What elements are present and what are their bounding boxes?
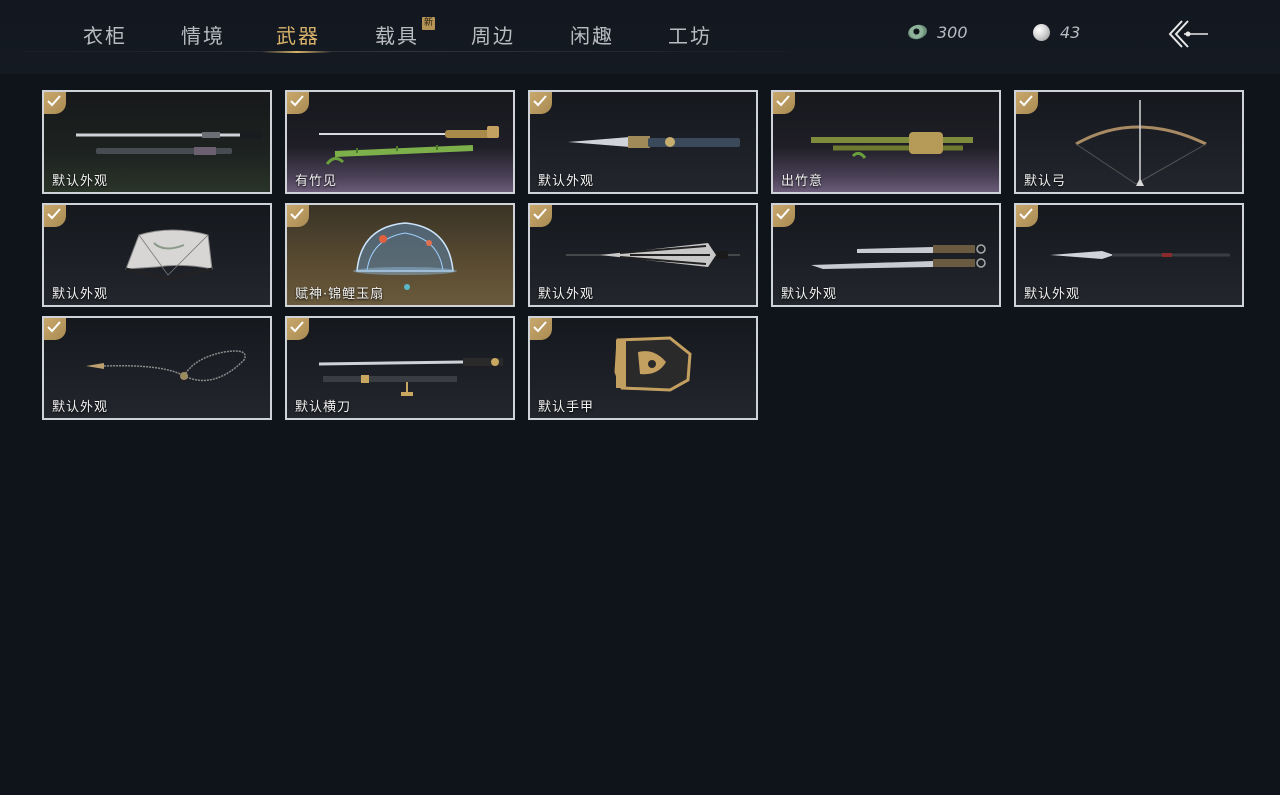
- weapon-name: 赋神·锦鲤玉扇: [295, 287, 385, 302]
- weapon-name: 默认外观: [781, 287, 838, 302]
- owned-check-icon: [530, 318, 552, 340]
- weapon-card[interactable]: 默认手甲: [528, 316, 758, 420]
- pearl-amount: 43: [1060, 22, 1081, 42]
- active-tab-underline: [262, 51, 332, 53]
- owned-check-icon: [773, 92, 795, 114]
- owned-check-icon: [44, 318, 66, 340]
- tab-wardrobe[interactable]: 衣柜: [83, 20, 127, 52]
- weapon-card[interactable]: 默认外观: [1014, 203, 1244, 307]
- tab-peripherals[interactable]: 周边: [471, 20, 515, 52]
- pearl-icon: [1033, 23, 1050, 41]
- jade-coin-icon: [906, 22, 929, 42]
- weapon-name: 有竹见: [295, 174, 338, 189]
- weapon-card[interactable]: 默认外观: [42, 203, 272, 307]
- tab-mounts[interactable]: 载具新: [375, 17, 435, 52]
- weapon-card[interactable]: 默认外观: [42, 316, 272, 420]
- weapon-name: 默认手甲: [538, 400, 595, 415]
- tab-workshop[interactable]: 工坊: [668, 20, 712, 52]
- owned-check-icon: [773, 205, 795, 227]
- weapon-card[interactable]: 出竹意: [771, 90, 1001, 194]
- new-badge: 新: [422, 17, 435, 30]
- back-button[interactable]: [1166, 18, 1210, 50]
- weapon-card[interactable]: 默认横刀: [285, 316, 515, 420]
- owned-check-icon: [287, 318, 309, 340]
- weapon-card[interactable]: 有竹见: [285, 90, 515, 194]
- tab-weapons[interactable]: 武器: [262, 20, 332, 53]
- jade-currency: 300: [906, 22, 968, 42]
- weapon-name: 默认横刀: [295, 400, 352, 415]
- owned-check-icon: [1016, 92, 1038, 114]
- weapon-card[interactable]: 默认外观: [528, 90, 758, 194]
- weapon-name: 默认外观: [52, 400, 109, 415]
- weapon-name: 默认外观: [52, 287, 109, 302]
- weapon-name: 默认弓: [1024, 174, 1067, 189]
- owned-check-icon: [530, 205, 552, 227]
- back-arrow-icon: [1168, 20, 1208, 48]
- pearl-currency: 43: [1033, 22, 1080, 42]
- tab-scene[interactable]: 情境: [181, 20, 225, 52]
- weapon-card[interactable]: 默认弓: [1014, 90, 1244, 194]
- weapon-card[interactable]: 赋神·锦鲤玉扇: [285, 203, 515, 307]
- tab-leisure[interactable]: 闲趣: [570, 20, 614, 52]
- owned-check-icon: [530, 92, 552, 114]
- weapon-name: 默认外观: [538, 174, 595, 189]
- owned-check-icon: [44, 92, 66, 114]
- weapon-card[interactable]: 默认外观: [771, 203, 1001, 307]
- owned-check-icon: [287, 205, 309, 227]
- weapon-name: 默认外观: [1024, 287, 1081, 302]
- weapon-card[interactable]: 默认外观: [528, 203, 758, 307]
- weapon-card[interactable]: 默认外观: [42, 90, 272, 194]
- owned-check-icon: [1016, 205, 1038, 227]
- owned-check-icon: [44, 205, 66, 227]
- owned-check-icon: [287, 92, 309, 114]
- weapon-name: 出竹意: [781, 174, 824, 189]
- weapon-name: 默认外观: [52, 174, 109, 189]
- weapon-name: 默认外观: [538, 287, 595, 302]
- jade-amount: 300: [937, 22, 968, 42]
- top-navigation-bar: 衣柜 情境 武器 载具新 周边 闲趣 工坊 300 43: [0, 0, 1280, 74]
